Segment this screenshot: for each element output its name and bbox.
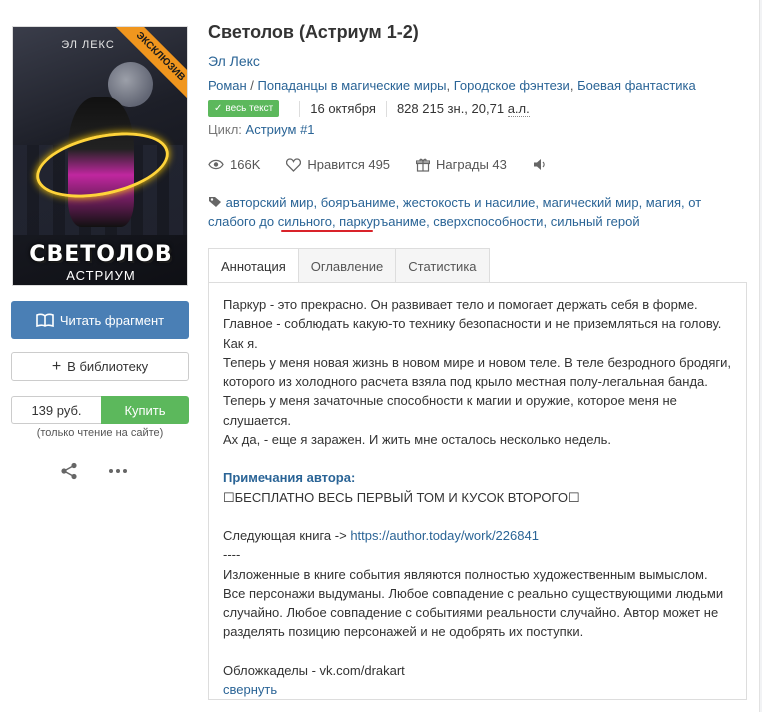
annotation-paragraph: Ах да, - еще я заражен. И жить мне остал…	[223, 432, 612, 448]
tag-link[interactable]: магия	[646, 195, 681, 210]
tag-link[interactable]: авторский мир	[226, 195, 314, 210]
full-text-badge-label: весь текст	[225, 103, 274, 114]
open-book-icon	[36, 313, 54, 327]
tag-link[interactable]: бояръаниме	[321, 195, 396, 210]
stats-row: 166K Нравится 495 Награды 43	[208, 157, 547, 172]
share-icon[interactable]	[60, 462, 78, 480]
tags-list: авторский мир, бояръаниме, жестокость и …	[208, 195, 702, 229]
tab-contents[interactable]: Оглавление	[297, 248, 397, 283]
cycle-line: Цикл: Астриум #1	[208, 122, 315, 137]
tab-annotation[interactable]: Аннотация	[208, 248, 299, 284]
annotation-paragraph: Теперь у меня новая жизнь в новом мире и…	[223, 354, 732, 390]
cycle-link[interactable]: Астриум #1	[246, 122, 315, 137]
gift-icon	[416, 158, 431, 172]
tag-link[interactable]: сверхспособности	[433, 214, 543, 229]
book-cover[interactable]: ЭЛ ЛЕКС ЭКСКЛЮЗИВ СВЕТОЛОВ АСТРИУМ	[12, 26, 188, 286]
genre-link[interactable]: Попаданцы в магические миры	[258, 78, 447, 93]
author-notes-title: Примечания автора:	[223, 470, 356, 486]
audio-button[interactable]	[533, 158, 547, 171]
divider	[385, 100, 387, 117]
buy-note: (только чтение на сайте)	[36, 427, 164, 439]
tab-statistics[interactable]: Статистика	[395, 248, 490, 283]
book-title: Светолов (Астриум 1-2)	[208, 22, 419, 42]
tag-icon	[209, 197, 221, 207]
book-page: ЭЛ ЛЕКС ЭКСКЛЮЗИВ СВЕТОЛОВ АСТРИУМ Читат…	[0, 0, 760, 712]
check-icon: ✓	[214, 103, 223, 114]
buy-button[interactable]: Купить	[101, 396, 189, 424]
speaker-icon	[533, 159, 545, 170]
tag-link[interactable]: сильный герой	[551, 214, 640, 229]
plus-icon: +	[51, 357, 62, 375]
separator-dashes: ----	[223, 547, 241, 563]
awards-button[interactable]: Награды 43	[416, 157, 507, 172]
publish-date: 16 октября	[310, 101, 376, 116]
author-notes-line: ☐БЕСПЛАТНО ВЕСЬ ПЕРВЫЙ ТОМ И КУСОК ВТОРО…	[223, 489, 580, 505]
annotation-paragraph: Паркур - это прекрасно. Он развивает тел…	[223, 297, 722, 351]
views-count: 166K	[230, 157, 261, 172]
cover-series: АСТРИУМ	[66, 268, 136, 283]
author-link[interactable]: Эл Лекс	[208, 53, 260, 69]
annotation-paragraph: Теперь у меня зачаточные способности к м…	[223, 393, 677, 428]
collapse-link[interactable]: свернуть	[223, 682, 277, 697]
buy-row: 139 руб. Купить	[11, 396, 189, 424]
read-fragment-button[interactable]: Читать фрагмент	[11, 301, 189, 339]
full-text-badge: ✓ весь текст	[208, 100, 280, 117]
book-size: 828 215 зн., 20,71	[396, 101, 505, 116]
add-library-label: В библиотеку	[67, 359, 149, 374]
read-fragment-label: Читать фрагмент	[59, 312, 165, 328]
highlight-underline	[281, 230, 373, 232]
genre-link[interactable]: Городское фэнтези	[454, 78, 570, 93]
annotation-panel: Паркур - это прекрасно. Он развивает тел…	[208, 282, 747, 700]
more-options-icon[interactable]	[108, 468, 128, 474]
meta-row: ✓ весь текст 16 октября 828 215 зн., 20,…	[208, 100, 530, 117]
cover-title: СВЕТОЛОВ	[29, 242, 173, 267]
add-to-library-button[interactable]: + В библиотеку	[11, 352, 189, 381]
size-unit: а.л.	[507, 100, 530, 117]
genre-link[interactable]: Роман	[208, 78, 247, 93]
tag-link[interactable]: паркуръаниме	[339, 214, 426, 229]
next-book-link[interactable]: https://author.today/work/226841	[350, 528, 539, 543]
genres-line: Роман / Попаданцы в магические миры, Гор…	[208, 78, 696, 93]
heart-icon	[286, 157, 302, 172]
like-button[interactable]: Нравится 495	[286, 157, 390, 172]
eye-icon	[208, 159, 224, 170]
tag-link[interactable]: жестокость и насилие	[403, 195, 536, 210]
cycle-label: Цикл:	[208, 122, 242, 137]
divider	[299, 100, 301, 117]
next-book-label: Следующая книга ->	[223, 527, 347, 543]
disclaimer: Изложенные в книге события являются полн…	[223, 566, 724, 640]
tag-link[interactable]: магический мир	[543, 195, 639, 210]
price-label: 139 руб.	[11, 396, 101, 424]
next-book-line: Следующая книга -> https://author.today/…	[223, 526, 732, 545]
awards-label: Награды 43	[436, 157, 507, 172]
cover-credit: Обложкаделы - vk.com/drakart	[223, 662, 405, 678]
share-row	[60, 462, 128, 480]
tabs: Аннотация Оглавление Статистика	[208, 248, 490, 284]
views-stat: 166K	[208, 157, 260, 172]
genre-link[interactable]: Боевая фантастика	[577, 78, 696, 93]
likes-label: Нравится 495	[307, 157, 391, 172]
